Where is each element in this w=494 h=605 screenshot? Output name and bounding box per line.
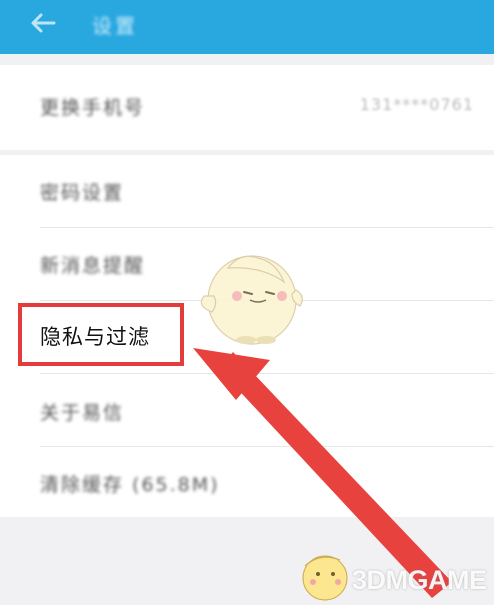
watermark-text: 3DMGAME [352, 565, 487, 595]
settings-item-label: 关于易信 [40, 402, 125, 424]
settings-item-password[interactable]: 密码设置 [0, 155, 494, 227]
app-bar: 设置 [0, 0, 494, 54]
page-title: 设置 [92, 14, 138, 38]
settings-item-label: 更换手机号 [40, 97, 146, 119]
watermark-mascot [302, 555, 348, 601]
settings-item-notifications[interactable]: 新消息提醒 [0, 228, 494, 300]
arrow-left-icon[interactable] [30, 12, 56, 34]
highlight-box [18, 303, 184, 366]
phone-number-value: 131****0761 [359, 95, 474, 114]
settings-item-label: 新消息提醒 [40, 255, 146, 277]
settings-item-label: 密码设置 [40, 182, 125, 204]
settings-item-label: 清除缓存 (65.8M) [40, 474, 220, 496]
settings-item-about[interactable]: 关于易信 [0, 374, 494, 446]
settings-group-account: 更换手机号 131****0761 [0, 65, 494, 150]
settings-item-change-phone[interactable]: 更换手机号 131****0761 [0, 65, 494, 150]
settings-item-clear-cache[interactable]: 清除缓存 (65.8M) [0, 447, 494, 517]
